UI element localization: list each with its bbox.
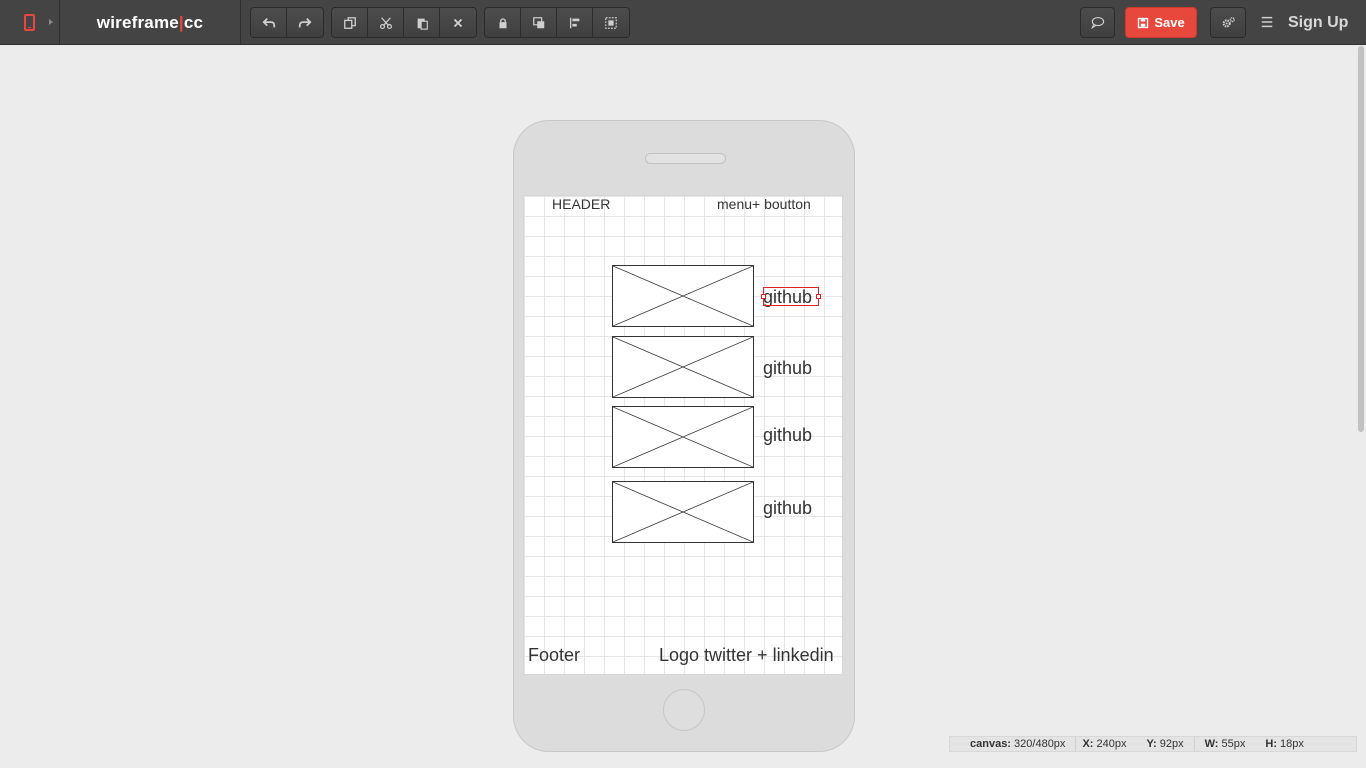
- image-placeholder-icon: [613, 266, 753, 326]
- github-label[interactable]: github: [763, 358, 812, 379]
- sign-up-link[interactable]: Sign Up: [1288, 0, 1348, 45]
- duplicate-button[interactable]: [332, 8, 368, 37]
- resize-handle-left[interactable]: [761, 294, 766, 299]
- phone-home-button: [663, 689, 705, 731]
- y-label: Y:: [1146, 738, 1157, 750]
- header-text[interactable]: HEADER: [552, 196, 610, 212]
- save-label: Save: [1154, 15, 1185, 30]
- save-button[interactable]: Save: [1125, 7, 1197, 38]
- image-placeholder-icon: [613, 337, 753, 397]
- footer-social-text[interactable]: Logo twitter + linkedin: [659, 645, 834, 666]
- y-value: 92px: [1159, 738, 1184, 750]
- canvas[interactable]: HEADER menu+ boutton github github githu…: [523, 195, 843, 675]
- canvas-size-readout: canvas: 320/480px: [950, 738, 1075, 750]
- history-group: [250, 7, 324, 38]
- redo-button[interactable]: [287, 8, 323, 37]
- menu-button-text[interactable]: menu+ boutton: [717, 196, 811, 212]
- x-readout: X: 240px: [1076, 738, 1136, 750]
- top-toolbar: wireframe|cc Save Sign Up: [0, 0, 1366, 45]
- image-placeholder[interactable]: [612, 481, 754, 543]
- x-label: X:: [1082, 738, 1094, 750]
- h-readout: H: 18px: [1255, 738, 1314, 750]
- canvas-label: canvas:: [970, 738, 1011, 750]
- menu-icon: [1261, 16, 1273, 28]
- comment-icon: [1091, 16, 1105, 30]
- undo-icon: [262, 17, 275, 27]
- group-icon: [605, 16, 617, 29]
- layer-icon: [532, 16, 544, 28]
- align-button[interactable]: [557, 8, 593, 37]
- status-bar: canvas: 320/480px X: 240px Y: 92px W: 55…: [949, 736, 1357, 752]
- y-readout: Y: 92px: [1136, 738, 1193, 750]
- group-button[interactable]: [593, 8, 629, 37]
- h-value: 18px: [1280, 738, 1304, 750]
- w-value: 55px: [1221, 738, 1246, 750]
- x-value: 240px: [1096, 738, 1127, 750]
- delete-icon: [453, 18, 463, 27]
- image-placeholder[interactable]: [612, 336, 754, 398]
- device-switcher[interactable]: [0, 0, 60, 45]
- logo-suffix: cc: [183, 13, 204, 32]
- footer-text[interactable]: Footer: [528, 645, 580, 666]
- logo-text: wireframe: [96, 13, 179, 32]
- save-icon: [1138, 17, 1149, 28]
- settings-icon: [1222, 17, 1235, 28]
- phone-speaker: [645, 153, 726, 164]
- canvas-value: 320/480px: [1014, 738, 1066, 750]
- paste-icon: [417, 18, 428, 30]
- w-readout: W: 55px: [1195, 738, 1256, 750]
- lock-icon: [499, 17, 506, 28]
- app-logo[interactable]: wireframe|cc: [60, 0, 241, 45]
- cut-button[interactable]: [368, 8, 404, 37]
- selection-box[interactable]: [761, 287, 821, 306]
- resize-handle-right[interactable]: [816, 294, 821, 299]
- image-placeholder-icon: [613, 407, 753, 467]
- delete-button[interactable]: [440, 8, 476, 37]
- phone-icon: [24, 14, 35, 31]
- comment-button[interactable]: [1080, 7, 1115, 38]
- caret-right-icon: [49, 19, 53, 25]
- align-icon: [569, 17, 579, 28]
- undo-button[interactable]: [251, 8, 287, 37]
- github-label[interactable]: github: [763, 425, 812, 446]
- image-placeholder-icon: [613, 482, 753, 542]
- layer-button[interactable]: [521, 8, 557, 37]
- edit-group: [331, 7, 477, 38]
- menu-button[interactable]: [1258, 13, 1276, 31]
- paste-button[interactable]: [404, 8, 440, 37]
- settings-button[interactable]: [1210, 7, 1246, 38]
- redo-icon: [298, 17, 312, 27]
- duplicate-icon: [343, 16, 356, 29]
- vertical-scrollbar[interactable]: [1358, 46, 1364, 432]
- w-label: W:: [1204, 738, 1219, 750]
- h-label: H:: [1265, 738, 1277, 750]
- cut-icon: [379, 16, 392, 29]
- arrange-group: [484, 7, 630, 38]
- github-label[interactable]: github: [763, 498, 812, 519]
- lock-button[interactable]: [485, 8, 521, 37]
- image-placeholder[interactable]: [612, 265, 754, 327]
- image-placeholder[interactable]: [612, 406, 754, 468]
